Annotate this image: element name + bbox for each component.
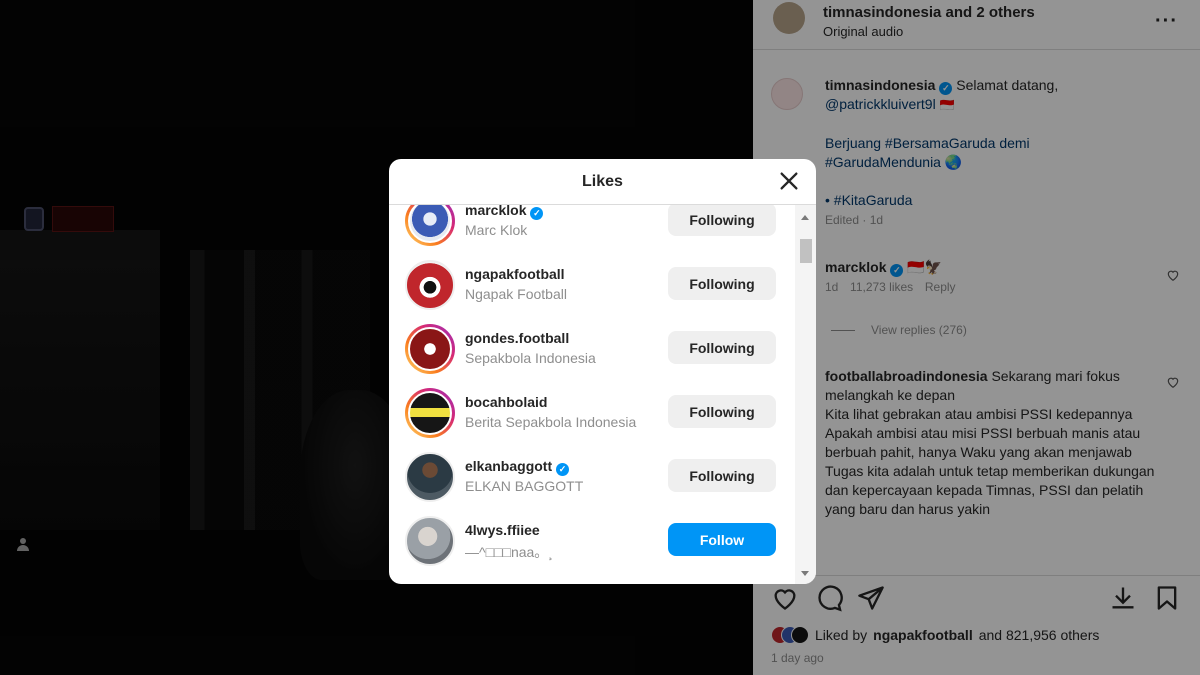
full-name: Berita Sepakbola Indonesia: [465, 414, 637, 430]
username[interactable]: ngapakfootball: [465, 266, 565, 282]
dialog-title: Likes: [582, 173, 623, 190]
verified-icon: ✓: [530, 207, 544, 220]
list-item: 4lwys.ffiiee —^□□□naa。¸ Follow: [389, 508, 795, 572]
full-name: ELKAN BAGGOTT: [465, 478, 584, 494]
avatar[interactable]: [405, 388, 455, 438]
list-item: marcklok ✓ Marc Klok Following: [389, 205, 795, 252]
full-name: Sepakbola Indonesia: [465, 350, 596, 366]
username[interactable]: elkanbaggott ✓: [465, 458, 570, 476]
full-name: Marc Klok: [465, 222, 528, 238]
likes-list-scrollbar[interactable]: [795, 205, 816, 584]
avatar[interactable]: [405, 324, 455, 374]
scroll-up-icon[interactable]: [801, 215, 809, 220]
scroll-down-icon[interactable]: [801, 571, 809, 576]
avatar[interactable]: [405, 260, 455, 310]
username[interactable]: marcklok ✓: [465, 205, 544, 220]
full-name: —^□□□naa。¸: [465, 544, 553, 560]
username[interactable]: gondes.football: [465, 330, 569, 346]
list-item: bocahbolaid Berita Sepakbola Indonesia F…: [389, 380, 795, 444]
close-icon[interactable]: [778, 170, 800, 192]
following-button[interactable]: Following: [668, 395, 776, 428]
follow-button[interactable]: Follow: [668, 523, 776, 556]
scrollbar-thumb[interactable]: [800, 239, 812, 263]
likes-dialog: Likes marcklok ✓ Marc Klok Following nga…: [389, 159, 816, 584]
likes-list: marcklok ✓ Marc Klok Following ngapakfoo…: [389, 205, 795, 584]
following-button[interactable]: Following: [668, 267, 776, 300]
following-button[interactable]: Following: [668, 459, 776, 492]
following-button[interactable]: Following: [668, 205, 776, 236]
username[interactable]: bocahbolaid: [465, 394, 547, 410]
list-item: elkanbaggott ✓ ELKAN BAGGOTT Following: [389, 444, 795, 508]
list-item: ngapakfootball Ngapak Football Following: [389, 252, 795, 316]
following-button[interactable]: Following: [668, 331, 776, 364]
avatar[interactable]: [405, 452, 455, 502]
username[interactable]: 4lwys.ffiiee: [465, 522, 540, 538]
full-name: Ngapak Football: [465, 286, 567, 302]
likes-dialog-header: Likes: [389, 159, 816, 205]
list-item: gondes.football Sepakbola Indonesia Foll…: [389, 316, 795, 380]
verified-icon: ✓: [556, 463, 570, 476]
avatar[interactable]: [405, 516, 455, 566]
avatar[interactable]: [405, 205, 455, 246]
